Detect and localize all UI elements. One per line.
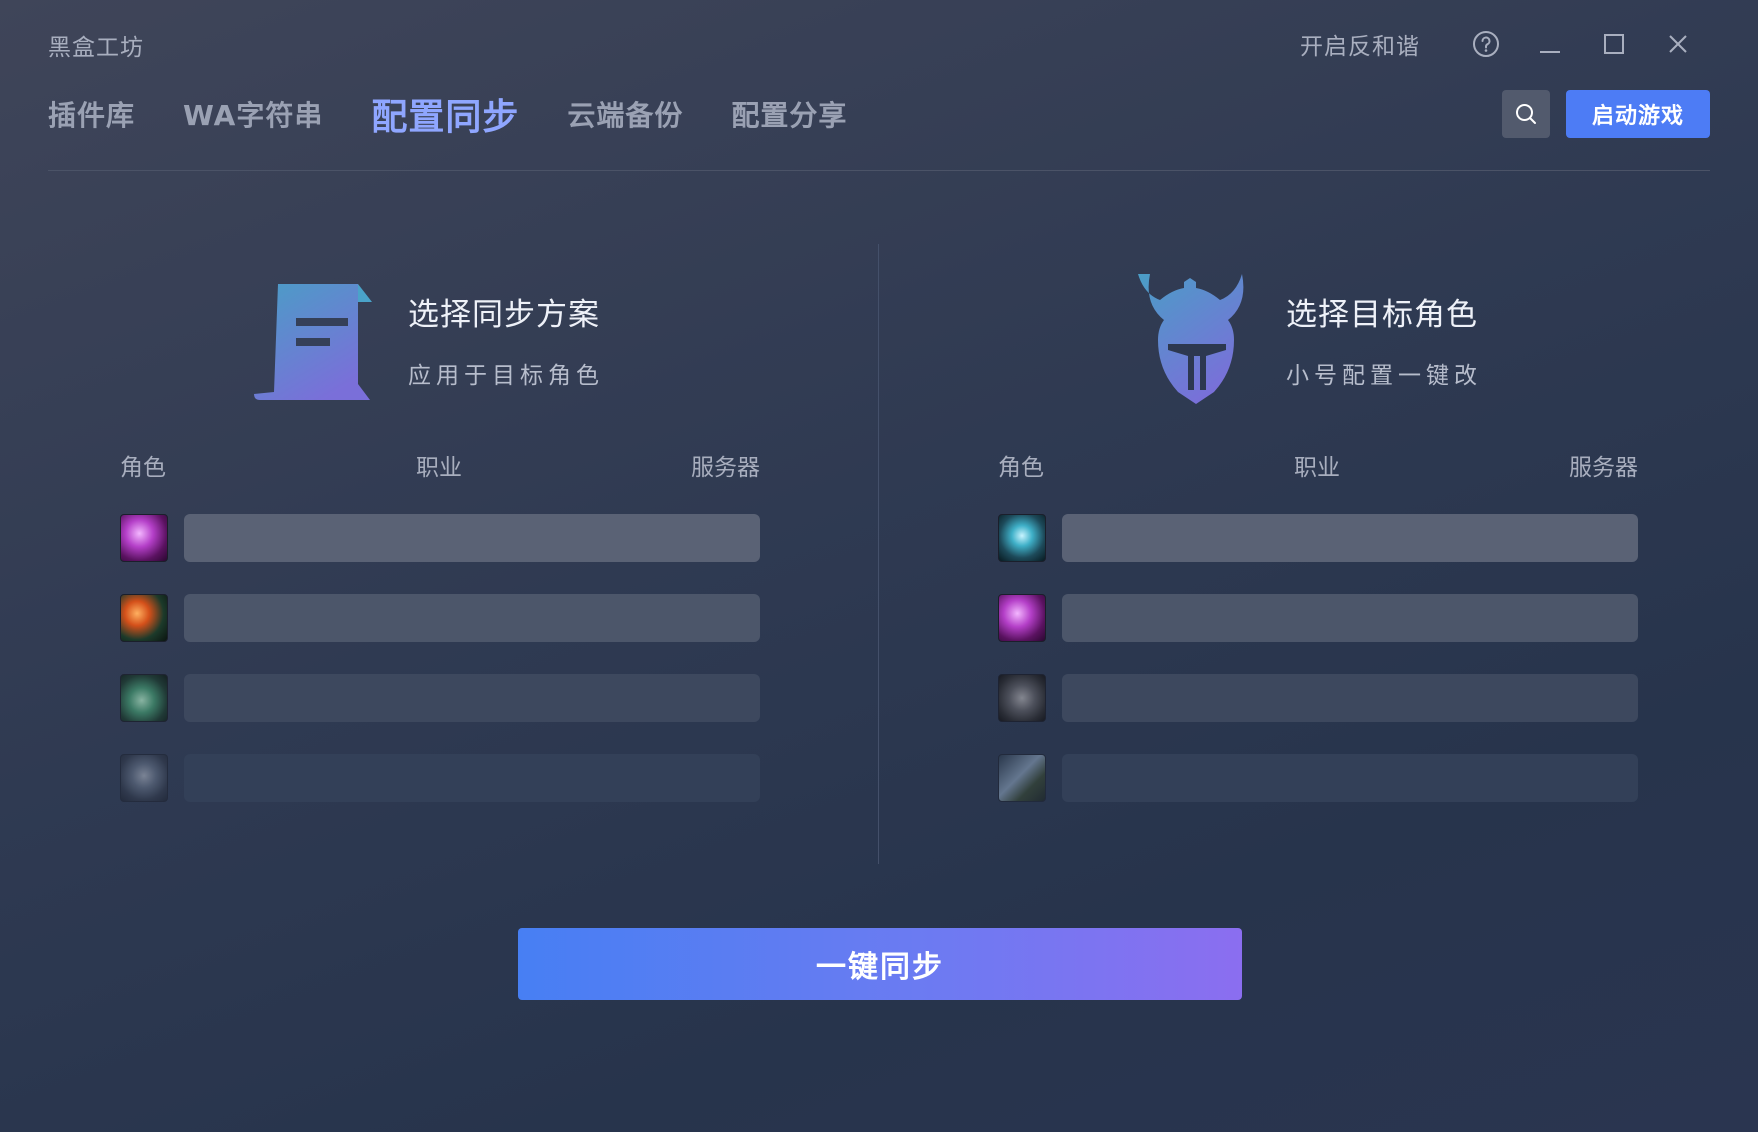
- search-button[interactable]: [1502, 90, 1550, 138]
- app-title: 黑盒工坊: [48, 35, 144, 61]
- column-header-class: 职业: [1294, 455, 1340, 481]
- app-window: 黑盒工坊 开启反和谐 插件库 WA字符串 配置同步 云端备份 配置分享 启动游戏…: [0, 0, 1758, 1132]
- horned-helmet-icon: [1138, 274, 1244, 404]
- sync-plan-title: 选择同步方案: [408, 296, 600, 333]
- character-bar: [1062, 594, 1638, 642]
- column-header-server: 服务器: [1569, 455, 1638, 481]
- tab-cloud-backup[interactable]: 云端备份: [567, 94, 683, 134]
- mage-hammer-class-icon: [998, 514, 1046, 562]
- target-character-subtitle: 小号配置一键改: [1286, 362, 1482, 389]
- sync-plan-header: 选择同步方案 应用于目标角色: [250, 274, 604, 404]
- druid-claw-class-icon: [998, 674, 1046, 722]
- target-character-column-headers: 角色 职业 服务器: [998, 448, 1638, 481]
- character-bar: [184, 754, 760, 802]
- close-icon: [1669, 35, 1687, 53]
- maximize-icon: [1604, 34, 1624, 54]
- character-bar: [184, 674, 760, 722]
- scroll-document-icon: [254, 284, 372, 400]
- tab-config-share[interactable]: 配置分享: [731, 94, 847, 134]
- sync-plan-list: [120, 514, 760, 834]
- list-item[interactable]: [998, 594, 1638, 642]
- titlebar-controls: 开启反和谐: [1300, 22, 1710, 66]
- list-item[interactable]: [120, 674, 760, 722]
- tab-wa-strings[interactable]: WA字符串: [183, 94, 323, 134]
- list-item[interactable]: [998, 674, 1638, 722]
- column-header-character: 角色: [998, 455, 1044, 481]
- minimize-button[interactable]: [1518, 22, 1582, 66]
- minimize-icon: [1540, 51, 1560, 53]
- main-nav: 插件库 WA字符串 配置同步 云端备份 配置分享: [48, 84, 895, 144]
- character-bar: [184, 514, 760, 562]
- character-bar: [1062, 754, 1638, 802]
- character-bar: [1062, 674, 1638, 722]
- sync-plan-texts: 选择同步方案 应用于目标角色: [408, 289, 604, 390]
- search-icon: [1516, 104, 1536, 124]
- sync-plan-panel: 选择同步方案 应用于目标角色 角色 职业 服务器: [100, 240, 800, 860]
- list-item[interactable]: [120, 594, 760, 642]
- column-header-character: 角色: [120, 455, 166, 481]
- hunter-bow-class-icon: [120, 594, 168, 642]
- tab-config-sync[interactable]: 配置同步: [371, 88, 519, 140]
- column-header-class: 职业: [416, 455, 462, 481]
- column-header-server: 服务器: [691, 455, 760, 481]
- target-character-panel: 选择目标角色 小号配置一键改 角色 职业 服务器: [978, 240, 1678, 860]
- target-character-title: 选择目标角色: [1286, 296, 1478, 333]
- one-click-sync-button[interactable]: 一键同步: [518, 928, 1242, 1000]
- shadow-priest-class-icon: [998, 594, 1046, 642]
- launch-game-button[interactable]: 启动游戏: [1566, 90, 1710, 138]
- nav-divider: [48, 170, 1710, 171]
- tab-plugin-library[interactable]: 插件库: [48, 94, 135, 134]
- list-item[interactable]: [120, 514, 760, 562]
- character-bar: [184, 594, 760, 642]
- sync-plan-subtitle: 应用于目标角色: [408, 362, 604, 389]
- harmony-toggle-link[interactable]: 开启反和谐: [1300, 27, 1420, 61]
- target-character-texts: 选择目标角色 小号配置一键改: [1286, 289, 1482, 390]
- shadow-priest-class-icon: [120, 514, 168, 562]
- list-item[interactable]: [998, 514, 1638, 562]
- list-item[interactable]: [998, 754, 1638, 802]
- sync-plan-column-headers: 角色 职业 服务器: [120, 448, 760, 481]
- maximize-button[interactable]: [1582, 22, 1646, 66]
- panel-divider: [878, 244, 879, 864]
- close-button[interactable]: [1646, 22, 1710, 66]
- list-item[interactable]: [120, 754, 760, 802]
- help-button[interactable]: [1454, 22, 1518, 66]
- target-character-list: [998, 514, 1638, 834]
- shaman-totem-class-icon: [120, 674, 168, 722]
- character-bar: [1062, 514, 1638, 562]
- help-circle-icon: [1473, 31, 1499, 57]
- warrior-weapon-class-icon: [120, 754, 168, 802]
- target-character-header: 选择目标角色 小号配置一键改: [1128, 274, 1482, 404]
- warrior-sword-class-icon: [998, 754, 1046, 802]
